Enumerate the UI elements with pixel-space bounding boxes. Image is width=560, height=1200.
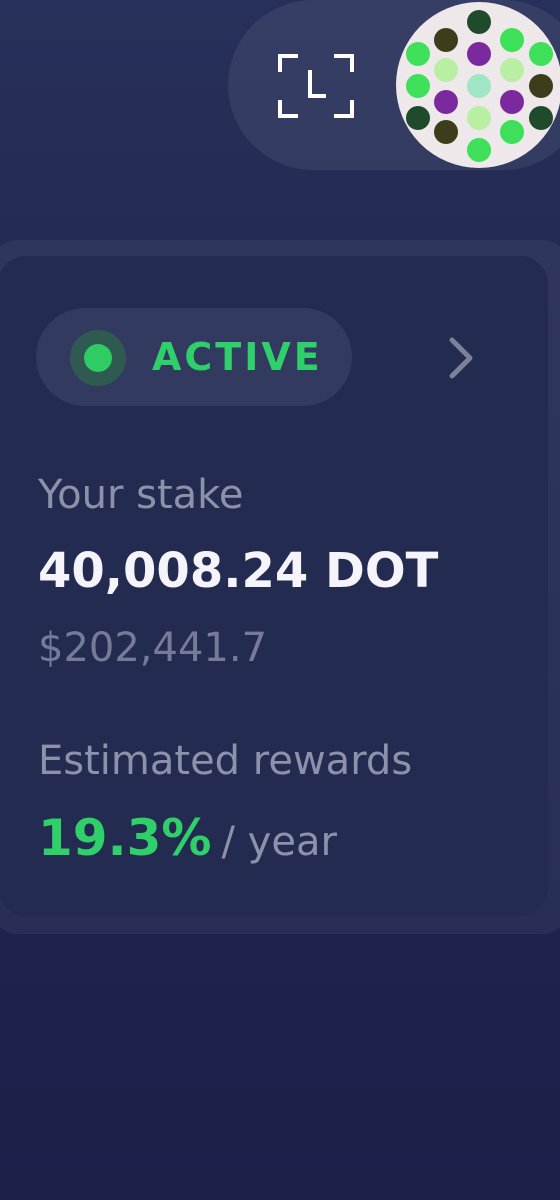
status-indicator-icon [84,344,112,372]
rewards-label: Estimated rewards [38,738,413,784]
stake-amount: 40,008.24 DOT [38,543,439,599]
scan-qr-icon[interactable] [276,52,356,120]
rewards-row: 19.3% / year [38,808,337,880]
status-text: ACTIVE [152,335,323,379]
chevron-right-icon[interactable] [438,328,486,388]
rewards-percent: 19.3% [38,809,212,867]
stake-fiat-value: $202,441.7 [38,625,268,671]
stake-label: Your stake [38,472,244,518]
identicon-avatar[interactable] [396,2,560,168]
rewards-period: / year [221,819,337,865]
